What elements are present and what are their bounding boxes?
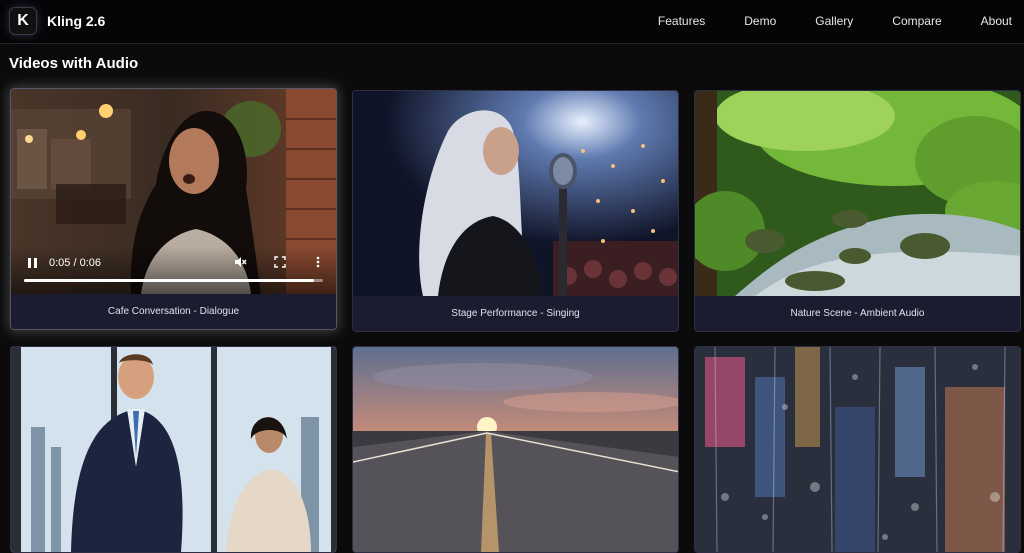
video-card-stage[interactable]: Stage Performance - Singing (352, 90, 679, 332)
video-card-rain[interactable] (694, 346, 1021, 553)
pause-icon[interactable] (26, 257, 40, 271)
nav-link-features[interactable]: Features (658, 14, 705, 28)
video-player[interactable]: 0:05 / 0:06 (11, 89, 336, 294)
forest-stream-thumbnail (695, 91, 1020, 296)
singer-thumbnail (353, 91, 678, 296)
video-card-label: Nature Scene - Ambient Audio (695, 296, 1020, 331)
video-thumbnail[interactable] (695, 91, 1020, 296)
video-card-business[interactable] (10, 346, 337, 553)
video-card-label: Cafe Conversation - Dialogue (11, 294, 336, 329)
section-title: Videos with Audio (9, 55, 139, 72)
navbar: K Kling 2.6 Features Demo Gallery Compar… (0, 0, 1024, 44)
nav-links: Features Demo Gallery Compare About (619, 0, 1012, 42)
nav-link-compare[interactable]: Compare (892, 14, 941, 28)
brand-name: Kling 2.6 (47, 13, 106, 29)
video-card-cafe[interactable]: 0:05 / 0:06 Cafe Conversation - Dialogue (10, 88, 337, 330)
progress-bar[interactable] (24, 279, 323, 282)
video-card-label: Stage Performance - Singing (353, 296, 678, 331)
fullscreen-icon[interactable] (273, 255, 287, 269)
rainy-window-thumbnail (695, 347, 1020, 552)
video-thumbnail[interactable] (695, 347, 1020, 552)
sunset-road-thumbnail (353, 347, 678, 552)
video-thumbnail[interactable] (353, 91, 678, 296)
player-time: 0:05 / 0:06 (49, 257, 101, 269)
brand-logo-icon: K (9, 7, 37, 35)
nav-link-gallery[interactable]: Gallery (815, 14, 853, 28)
brand[interactable]: K Kling 2.6 (9, 7, 105, 35)
video-thumbnail[interactable] (11, 347, 336, 552)
business-meeting-thumbnail (11, 347, 336, 552)
mute-icon[interactable] (233, 255, 247, 269)
more-options-icon[interactable] (311, 255, 325, 269)
player-controls: 0:05 / 0:06 (11, 246, 336, 294)
video-card-road[interactable] (352, 346, 679, 553)
nav-link-demo[interactable]: Demo (744, 14, 776, 28)
video-card-nature[interactable]: Nature Scene - Ambient Audio (694, 90, 1021, 332)
nav-link-about[interactable]: About (981, 14, 1012, 28)
progress-fill (24, 279, 315, 282)
video-thumbnail[interactable] (353, 347, 678, 552)
